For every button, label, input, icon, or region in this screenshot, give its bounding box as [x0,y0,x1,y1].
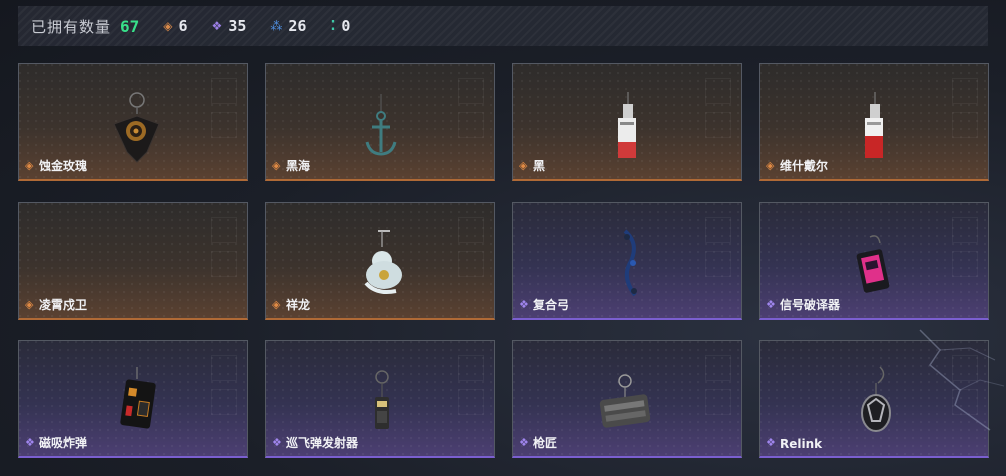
charm-card[interactable]: ◈ 维什戴尔 [759,63,989,181]
charm-name: 蚀金玫瑰 [39,159,88,173]
card-decoration [211,251,237,277]
gold-rarity-icon: ◈ [519,159,528,172]
stat-orange: ◈ 6 [163,17,187,35]
blue-triangle-icon: ⁂ [270,19,283,33]
gold-rarity-icon: ◈ [25,298,34,311]
purple-rarity-icon: ❖ [519,298,529,311]
charm-name: 黑海 [286,159,311,173]
purple-rarity-icon: ❖ [519,436,529,449]
stat-purple: ❖ 35 [212,17,247,35]
charm-card[interactable]: ❖ 巡飞弹发射器 [265,340,495,458]
charm-name: 黑 [533,159,546,173]
charm-name: 祥龙 [286,298,311,312]
purple-diamond-icon: ❖ [211,19,223,33]
charm-name: 复合弓 [533,298,570,312]
charm-name: 巡飞弹发射器 [286,436,359,450]
card-decoration [211,217,237,243]
charm-card[interactable]: ❖ 枪匠 [512,340,742,458]
stat-blue: ⁂ 26 [270,17,306,35]
gold-rarity-icon: ◈ [25,159,34,172]
gold-rarity-icon: ◈ [766,159,775,172]
tag-charm-icon [618,92,636,158]
charm-card[interactable]: ◈ 蚀金玫瑰 [18,63,248,181]
stat-value: 0 [341,17,351,35]
charm-card[interactable]: ❖ 磁吸炸弹 [18,340,248,458]
charm-name: Relink [780,437,823,451]
stat-teal: ⁚ 0 [330,17,350,35]
collection-header: 已拥有数量 67 ◈ 6 ❖ 35 ⁂ 26 ⁚ 0 [18,6,988,46]
gold-rarity-icon: ◈ [272,298,281,311]
stat-value: 26 [288,17,307,35]
purple-rarity-icon: ❖ [766,436,776,449]
purple-rarity-icon: ❖ [25,436,35,449]
teal-dots-icon: ⁚ [330,18,336,34]
charm-card[interactable]: ◈ 凌霄戍卫 [18,202,248,320]
charm-card[interactable]: ◈ 黑海 [265,63,495,181]
purple-rarity-icon: ❖ [272,436,282,449]
charm-name: 磁吸炸弹 [39,436,88,450]
purple-rarity-icon: ❖ [766,298,776,311]
stat-value: 35 [228,17,247,35]
charm-card[interactable]: ◈ 祥龙 [265,202,495,320]
charm-name: 凌霄戍卫 [39,298,88,312]
gold-rarity-icon: ◈ [272,159,281,172]
charm-name: 枪匠 [533,436,558,450]
charm-card[interactable]: ❖ 复合弓 [512,202,742,320]
stat-value: 6 [178,17,188,35]
owned-count: 67 [120,16,140,36]
charm-name: 维什戴尔 [780,159,829,173]
orange-diamond-icon: ◈ [163,19,173,33]
charm-card[interactable]: ◈ 黑 [512,63,742,181]
charm-card[interactable]: ❖ 信号破译器 [759,202,989,320]
lightning-decoration [919,329,1005,431]
owned-label: 已拥有数量 [31,17,112,36]
charm-name: 信号破译器 [780,298,841,312]
